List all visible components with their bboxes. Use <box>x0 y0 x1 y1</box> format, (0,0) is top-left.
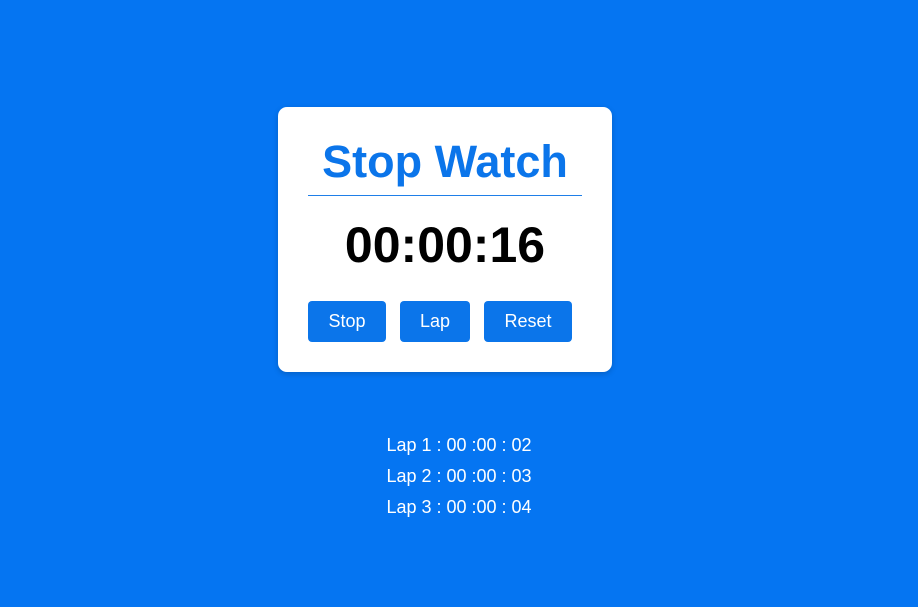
lap-item: Lap 1 : 00 :00 : 02 <box>386 435 532 455</box>
lap-item: Lap 3 : 00 :00 : 04 <box>386 497 532 517</box>
time-display: 00:00:16 <box>344 217 546 273</box>
lap-list: Lap 1 : 00 :00 : 02 Lap 2 : 00 :00 : 03 … <box>0 430 918 523</box>
lap-item: Lap 2 : 00 :00 : 03 <box>386 466 532 486</box>
lap-button[interactable]: Lap <box>400 301 470 342</box>
stop-button[interactable]: Stop <box>308 301 386 342</box>
stopwatch-title: Stop Watch <box>322 136 568 187</box>
reset-button[interactable]: Reset <box>484 301 572 342</box>
title-divider <box>308 195 582 196</box>
stopwatch-card: Stop Watch 00:00:16 Stop Lap Reset <box>278 107 612 372</box>
